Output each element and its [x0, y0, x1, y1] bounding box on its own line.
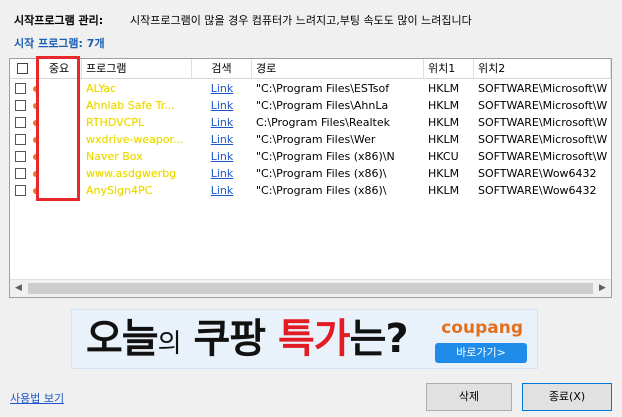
ad-headline-part4: 는? — [349, 316, 409, 362]
title-label: 시작프로그램 관리: — [14, 14, 104, 27]
location1-cell: HKLM — [428, 82, 460, 95]
row-checkbox[interactable] — [15, 151, 26, 162]
scroll-left-arrow-icon[interactable]: ◀ — [10, 280, 27, 297]
path-cell: "C:\Program Files (x86)\ — [256, 184, 387, 197]
ad-go-button[interactable]: 바로가기> — [435, 343, 527, 363]
location1-cell: HKLM — [428, 133, 460, 146]
ad-headline-part2: 의 — [157, 329, 182, 359]
select-all-column[interactable] — [10, 59, 37, 78]
important-dot-icon — [33, 154, 39, 160]
ad-headline-part1: 오늘 — [86, 316, 159, 362]
search-link[interactable]: Link — [192, 148, 252, 165]
close-button[interactable]: 종료(X) — [522, 383, 612, 411]
startup-list[interactable]: 중요 프로그램 검색 경로 위치1 위치2 ALYac Link "C:\Progr… — [9, 58, 612, 298]
coupang-logo: coupang — [441, 318, 523, 338]
scroll-right-arrow-icon[interactable]: ▶ — [594, 280, 611, 297]
program-cell: www.asdgwerbg — [86, 167, 177, 180]
usage-link[interactable]: 사용법 보기 — [10, 390, 64, 406]
important-dot-icon — [33, 103, 39, 109]
select-all-checkbox[interactable] — [17, 63, 28, 74]
count-label: 시작 프로그램: — [14, 37, 83, 50]
search-link[interactable]: Link — [192, 80, 252, 97]
row-checkbox[interactable] — [15, 185, 26, 196]
table-row[interactable]: RTHDVCPL Link C:\Program Files\Realtek HKLM… — [10, 114, 611, 131]
location2-cell: SOFTWARE\Microsoft\W — [478, 116, 608, 129]
search-link[interactable]: Link — [192, 97, 252, 114]
list-header: 중요 프로그램 검색 경로 위치1 위치2 — [10, 59, 611, 79]
column-program[interactable]: 프로그램 — [82, 59, 192, 78]
ad-headline-highlight: 특가 — [277, 316, 351, 362]
horizontal-scrollbar[interactable]: ◀ ▶ — [10, 279, 611, 297]
ad-banner[interactable]: 오늘의 쿠팡 특가는? coupang 바로가기> — [71, 309, 538, 369]
location2-cell: SOFTWARE\Microsoft\W — [478, 133, 608, 146]
location2-cell: SOFTWARE\Wow6432 — [478, 184, 597, 197]
important-dot-icon — [33, 120, 39, 126]
ad-headline-part3: 쿠팡 — [180, 316, 278, 362]
location1-cell: HKLM — [428, 116, 460, 129]
program-cell: AnySign4PC — [86, 184, 153, 197]
ad-headline: 오늘의 쿠팡 특가는? — [86, 316, 409, 367]
location2-cell: SOFTWARE\Microsoft\W — [478, 82, 608, 95]
search-link[interactable]: Link — [192, 131, 252, 148]
location1-cell: HKLM — [428, 167, 460, 180]
row-checkbox[interactable] — [15, 134, 26, 145]
count-value: 7개 — [86, 37, 105, 50]
program-cell: RTHDVCPL — [86, 116, 145, 129]
location2-cell: SOFTWARE\Wow6432 — [478, 167, 597, 180]
path-cell: "C:\Program Files\ESTsof — [256, 82, 390, 95]
column-important[interactable]: 중요 — [37, 59, 82, 78]
column-path[interactable]: 경로 — [252, 59, 424, 78]
table-row[interactable]: ALYac Link "C:\Program Files\ESTsof HKLM SOF… — [10, 80, 611, 97]
table-row[interactable]: Ahnlab Safe Tr... Link "C:\Program Files\A… — [10, 97, 611, 114]
row-checkbox[interactable] — [15, 168, 26, 179]
row-checkbox[interactable] — [15, 100, 26, 111]
location1-cell: HKLM — [428, 99, 460, 112]
column-search[interactable]: 검색 — [192, 59, 252, 78]
column-location1[interactable]: 위치1 — [424, 59, 474, 78]
path-cell: "C:\Program Files (x86)\ — [256, 167, 387, 180]
location2-cell: SOFTWARE\Microsoft\W — [478, 99, 608, 112]
table-row[interactable]: wxdrive-weapor... Link "C:\Program Files\W… — [10, 131, 611, 148]
path-cell: "C:\Program Files (x86)\N — [256, 150, 395, 163]
program-cell: Ahnlab Safe Tr... — [86, 99, 175, 112]
important-dot-icon — [33, 137, 39, 143]
search-link[interactable]: Link — [192, 114, 252, 131]
table-row[interactable]: www.asdgwerbg Link "C:\Program Files (x86)… — [10, 165, 611, 182]
search-link[interactable]: Link — [192, 182, 252, 199]
program-cell: wxdrive-weapor... — [86, 133, 184, 146]
scroll-thumb[interactable] — [28, 283, 593, 294]
location1-cell: HKCU — [428, 150, 459, 163]
path-cell: "C:\Program Files\AhnLa — [256, 99, 389, 112]
path-cell: "C:\Program Files\Wer — [256, 133, 376, 146]
warning-message: 시작프로그램이 많을 경우 컴퓨터가 느려지고,부팅 속도도 많이 느려집니다 — [130, 14, 472, 27]
important-dot-icon — [33, 171, 39, 177]
important-dot-icon — [33, 86, 39, 92]
important-dot-icon — [33, 188, 39, 194]
table-row[interactable]: Naver Box Link "C:\Program Files (x86)\N HK… — [10, 148, 611, 165]
startup-count: 시작 프로그램: 7개 — [14, 35, 105, 51]
program-cell: ALYac — [86, 82, 117, 95]
program-cell: Naver Box — [86, 150, 143, 163]
row-checkbox[interactable] — [15, 83, 26, 94]
search-link[interactable]: Link — [192, 165, 252, 182]
delete-button[interactable]: 삭제 — [426, 383, 512, 411]
row-checkbox[interactable] — [15, 117, 26, 128]
column-location2[interactable]: 위치2 — [474, 59, 611, 78]
path-cell: C:\Program Files\Realtek — [256, 116, 391, 129]
location2-cell: SOFTWARE\Microsoft\W — [478, 150, 608, 163]
location1-cell: HKLM — [428, 184, 460, 197]
table-row[interactable]: AnySign4PC Link "C:\Program Files (x86)\ HK… — [10, 182, 611, 199]
